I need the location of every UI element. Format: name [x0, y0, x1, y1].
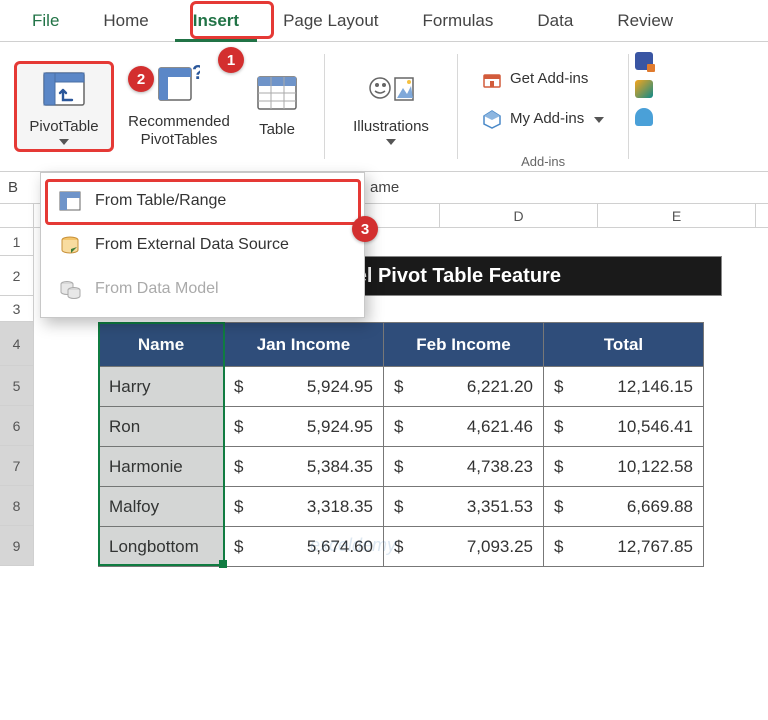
name-box-left: B [8, 179, 30, 196]
table-row[interactable]: Longbottom$5,674.60$7,093.25$12,767.85 [99, 527, 704, 567]
get-addins-label: Get Add-ins [510, 70, 588, 87]
cell-name[interactable]: Harmonie [99, 447, 224, 487]
row-header[interactable]: 7 [0, 446, 34, 486]
table-icon [257, 75, 297, 117]
my-addins-button[interactable]: My Add-ins [472, 103, 614, 135]
tab-home[interactable]: Home [81, 1, 170, 41]
cell-name[interactable]: Longbottom [99, 527, 224, 567]
row-header[interactable]: 8 [0, 486, 34, 526]
tab-data[interactable]: Data [515, 1, 595, 41]
pivottable-dropdown: From Table/Range From External Data Sour… [40, 172, 365, 318]
th-total: Total [544, 323, 704, 367]
annotation-callout-1: 1 [218, 47, 244, 73]
annotation-callout-3: 3 [352, 216, 378, 242]
chevron-down-icon [594, 117, 604, 123]
illustrations-icon [367, 70, 415, 114]
recommended-pivottables-label2: PivotTables [141, 131, 218, 150]
annotation-callout-2: 2 [128, 66, 154, 92]
row-header[interactable]: 5 [0, 366, 34, 406]
row-header[interactable]: 6 [0, 406, 34, 446]
cell-name[interactable]: Ron [99, 407, 224, 447]
visio-icon[interactable] [635, 52, 653, 70]
cell-value[interactable]: $10,122.58 [544, 447, 704, 487]
illustrations-label: Illustrations [353, 118, 429, 137]
people-icon[interactable] [635, 108, 653, 126]
cell-value[interactable]: $12,767.85 [544, 527, 704, 567]
recommended-pivottables-icon: ? [158, 65, 200, 109]
row-headers: 1 2 3 4 5 6 7 8 9 [0, 228, 34, 566]
ribbon-tabs: File Home Insert Page Layout Formulas Da… [0, 0, 768, 42]
th-feb: Feb Income [384, 323, 544, 367]
tab-file[interactable]: File [10, 1, 81, 41]
table-label: Table [259, 121, 295, 140]
from-external-icon [59, 235, 81, 255]
table-button[interactable]: Table [244, 68, 310, 145]
data-table: Name Jan Income Feb Income Total Harry$5… [98, 322, 704, 567]
tab-page-layout[interactable]: Page Layout [261, 1, 400, 41]
col-header-D[interactable]: D [440, 204, 598, 227]
cell-value[interactable]: $4,738.23 [384, 447, 544, 487]
my-addins-label: My Add-ins [510, 110, 584, 127]
from-model-icon [59, 279, 81, 299]
cell-value[interactable]: $4,621.46 [384, 407, 544, 447]
pivot-table-icon [43, 70, 85, 114]
tab-review[interactable]: Review [595, 1, 695, 41]
cell-value[interactable]: $3,351.53 [384, 487, 544, 527]
ribbon: PivotTable ? Recommended PivotTables [0, 42, 768, 172]
watermark: exceldemy [310, 535, 396, 556]
ribbon-group-illustrations: Illustrations [325, 42, 457, 171]
row-header[interactable]: 2 [0, 256, 34, 296]
dropdown-from-data-model: From Data Model [41, 267, 364, 311]
row-header[interactable]: 3 [0, 296, 34, 322]
chevron-down-icon [59, 139, 69, 145]
cell-value[interactable]: $6,221.20 [384, 367, 544, 407]
ribbon-group-addins: Get Add-ins My Add-ins Add-ins [458, 42, 628, 171]
get-addins-button[interactable]: Get Add-ins [472, 63, 614, 95]
recommended-pivottables-label1: Recommended [128, 113, 230, 132]
pivot-table-button[interactable]: PivotTable [14, 61, 114, 152]
dropdown-from-external[interactable]: From External Data Source [41, 223, 364, 267]
bing-icon[interactable] [635, 80, 653, 98]
cell-value[interactable]: $10,546.41 [544, 407, 704, 447]
addins-icon [482, 109, 502, 129]
formula-fragment: ame [370, 179, 399, 196]
table-row[interactable]: Malfoy$3,318.35$3,351.53$6,669.88 [99, 487, 704, 527]
cell-value[interactable]: $5,924.95 [224, 407, 384, 447]
dropdown-from-model-label: From Data Model [95, 280, 219, 298]
row-header[interactable]: 1 [0, 228, 34, 256]
ribbon-group-tables: PivotTable ? Recommended PivotTables [0, 42, 324, 171]
table-row[interactable]: Harry$5,924.95$6,221.20$12,146.15 [99, 367, 704, 407]
row-header[interactable]: 4 [0, 322, 34, 366]
cell-value[interactable]: $7,093.25 [384, 527, 544, 567]
addins-group-label: Add-ins [458, 154, 628, 169]
cell-value[interactable]: $5,384.35 [224, 447, 384, 487]
dropdown-from-table-range[interactable]: From Table/Range [41, 179, 364, 223]
pivot-table-label: PivotTable [29, 118, 98, 137]
tab-formulas[interactable]: Formulas [401, 1, 516, 41]
ribbon-right-icons [629, 42, 663, 171]
cell-value[interactable]: $6,669.88 [544, 487, 704, 527]
th-jan: Jan Income [224, 323, 384, 367]
dropdown-from-external-label: From External Data Source [95, 236, 289, 254]
col-header-E[interactable]: E [598, 204, 756, 227]
dropdown-from-table-label: From Table/Range [95, 192, 226, 210]
table-row[interactable]: Harmonie$5,384.35$4,738.23$10,122.58 [99, 447, 704, 487]
table-row[interactable]: Ron$5,924.95$4,621.46$10,546.41 [99, 407, 704, 447]
illustrations-button[interactable]: Illustrations [339, 63, 443, 150]
tab-insert[interactable]: Insert [171, 1, 261, 41]
cell-value[interactable]: $12,146.15 [544, 367, 704, 407]
chevron-down-icon [386, 139, 396, 145]
th-name: Name [99, 323, 224, 367]
svg-text:?: ? [192, 65, 200, 84]
cell-value[interactable]: $3,318.35 [224, 487, 384, 527]
store-icon [482, 69, 502, 89]
cell-name[interactable]: Malfoy [99, 487, 224, 527]
row-header[interactable]: 9 [0, 526, 34, 566]
from-table-icon [59, 191, 81, 211]
cell-name[interactable]: Harry [99, 367, 224, 407]
cell-value[interactable]: $5,924.95 [224, 367, 384, 407]
